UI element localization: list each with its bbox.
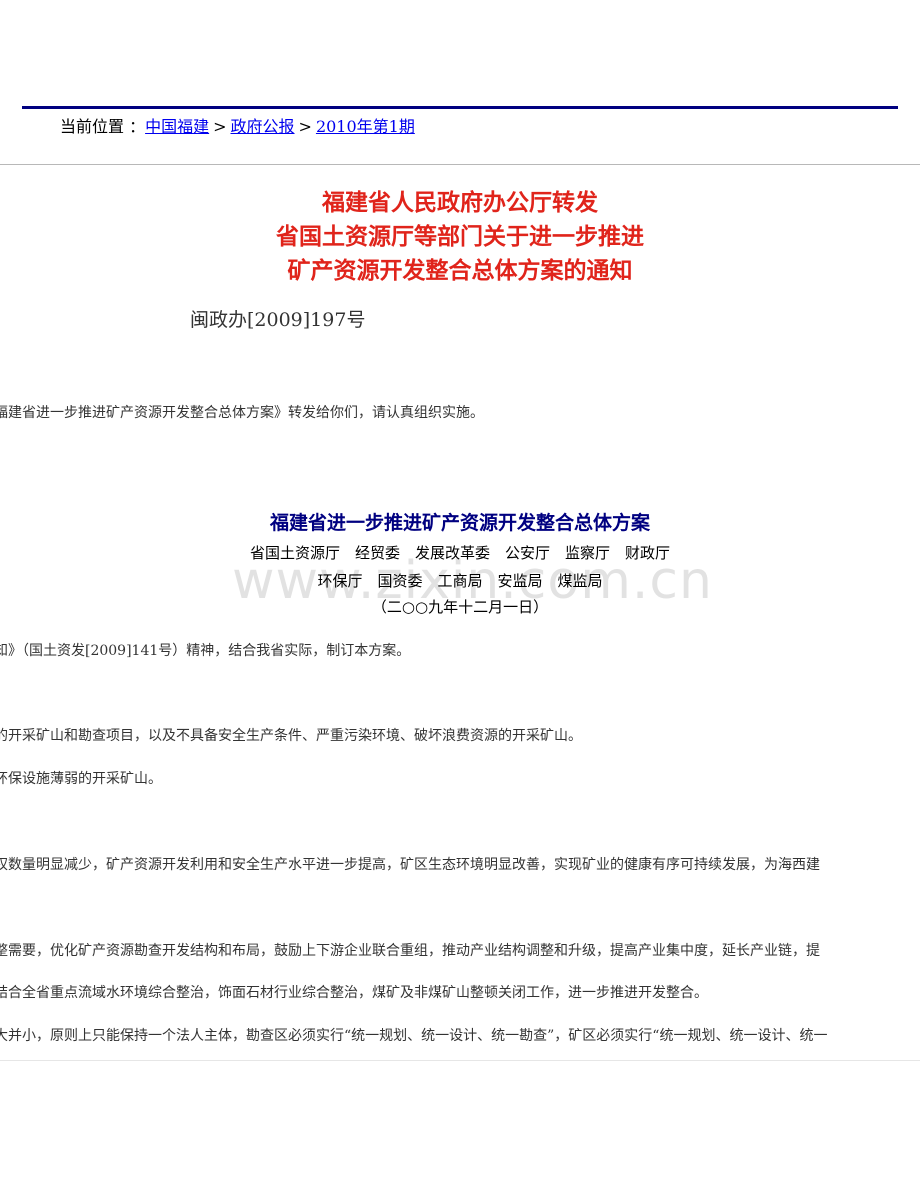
- plan-departments-line: 省国土资源厅 经贸委 发展改革委 公安厅 监察厅 财政厅: [249, 544, 670, 562]
- document-title: 福建省人民政府办公厅转发 省国土资源厅等部门关于进一步推进 矿产资源开发整合总体…: [0, 186, 920, 288]
- plan-date: （二○○九年十二月一日）: [371, 598, 549, 616]
- plan-departments-line: 环保厅 国资委 工商局 安监局 煤监局: [317, 572, 603, 590]
- footer-divider: [0, 1060, 920, 1061]
- header-divider: [0, 164, 920, 165]
- breadcrumb-separator: >: [298, 117, 312, 136]
- document-number: 闽政办[2009]197号: [190, 309, 366, 331]
- document-title-line: 省国土资源厅等部门关于进一步推进: [276, 224, 644, 250]
- intro-paragraph: 福建省进一步推进矿产资源开发整合总体方案》转发给你们，请认真组织实施。: [0, 405, 484, 421]
- plan-title: 福建省进一步推进矿产资源开发整合总体方案: [269, 512, 650, 534]
- breadcrumb-separator: >: [213, 117, 227, 136]
- document-title-line: 矿产资源开发整合总体方案的通知: [287, 258, 633, 284]
- breadcrumb-link-issue[interactable]: 2010年第1期: [316, 117, 415, 136]
- body-paragraph: 知》（国土资发[2009]141号）精神，结合我省实际，制订本方案。: [0, 643, 411, 659]
- body-paragraph: 结合全省重点流域水环境综合整治，饰面石材行业综合整治，煤矿及非煤矿山整顿关闭工作…: [0, 985, 708, 1001]
- breadcrumb-link-fujian[interactable]: 中国福建: [145, 117, 209, 136]
- breadcrumb: 当前位置 ：中国福建 > 政府公报 >2010年第1期: [60, 115, 415, 139]
- breadcrumb-prefix: 当前位置 ：: [60, 117, 146, 136]
- body-paragraph: 的开采矿山和勘查项目，以及不具备安全生产条件、严重污染环境、破坏浪费资源的开采矿…: [0, 728, 582, 744]
- top-divider: [22, 106, 898, 109]
- body-paragraph: 环保设施薄弱的开采矿山。: [0, 771, 162, 787]
- body-paragraph: 权数量明显减少，矿产资源开发利用和安全生产水平进一步提高，矿区生态环境明显改善，…: [0, 857, 820, 873]
- document-title-line: 福建省人民政府办公厅转发: [322, 190, 598, 216]
- body-paragraph: 大并小，原则上只能保持一个法人主体，勘查区必须实行“统一规划、统一设计、统一勘查…: [0, 1028, 828, 1044]
- breadcrumb-link-gazette[interactable]: 政府公报: [231, 117, 295, 136]
- body-paragraph: 整需要，优化矿产资源勘查开发结构和布局，鼓励上下游企业联合重组，推动产业结构调整…: [0, 943, 820, 959]
